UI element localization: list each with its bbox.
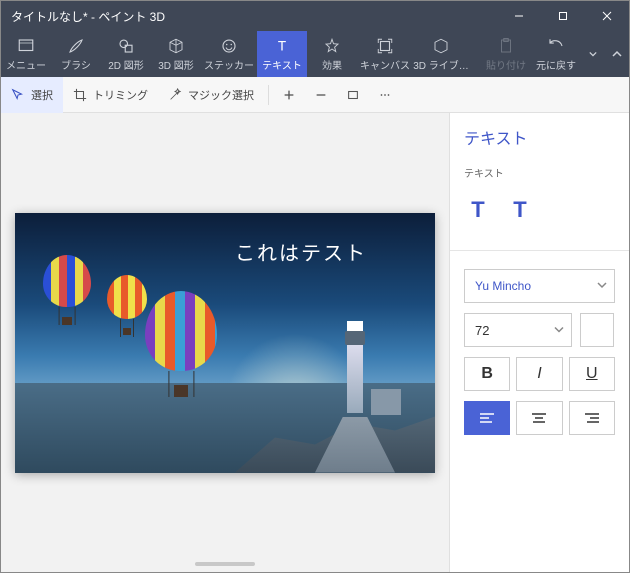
zoom-out-button[interactable] [305, 77, 337, 113]
tab-label: ブラシ [61, 57, 91, 72]
tab-canvas[interactable]: キャンバス [357, 31, 413, 77]
align-right-button[interactable] [569, 401, 615, 435]
crop-icon [73, 88, 87, 102]
tab-paste: 貼り付け [481, 31, 531, 77]
tab-2d-shapes[interactable]: 2D 図形 [101, 31, 151, 77]
align-center-icon [531, 412, 547, 424]
undo-icon [547, 37, 565, 55]
lighthouse-lamp [347, 321, 363, 331]
tool-label: 選択 [31, 87, 53, 103]
main-area: これはテスト テキスト テキスト T T Yu Mincho 72 [1, 113, 629, 572]
tab-3d-library[interactable]: 3D ライブ… [413, 31, 469, 77]
canvas-text-object[interactable]: これはテスト [235, 237, 367, 266]
close-button[interactable] [585, 1, 629, 31]
tab-label: 3D ライブ… [413, 57, 469, 72]
minimize-button[interactable] [497, 1, 541, 31]
balloon-1 [43, 255, 91, 307]
magic-icon [168, 88, 182, 102]
sidebar-title: テキスト [464, 125, 615, 149]
tab-stickers[interactable]: ステッカー [201, 31, 257, 77]
text-2d-button[interactable]: T [464, 196, 492, 224]
paste-icon [497, 37, 515, 55]
history-dropdown[interactable] [581, 31, 605, 77]
tab-text[interactable]: T テキスト [257, 31, 307, 77]
tool-label: トリミング [93, 87, 148, 103]
text-3d-button[interactable]: T [506, 196, 534, 224]
divider [450, 250, 629, 251]
sidebar-section-label: テキスト [464, 165, 615, 180]
align-left-icon [479, 412, 495, 424]
color-swatch[interactable] [580, 313, 614, 347]
cursor-icon [11, 88, 25, 102]
tab-effects[interactable]: 効果 [307, 31, 357, 77]
separator [268, 85, 269, 105]
tab-label: ステッカー [204, 57, 254, 72]
tab-label: 3D 図形 [158, 57, 194, 72]
sub-toolbar: 選択 トリミング マジック選択 [1, 77, 629, 113]
tab-3d-shapes[interactable]: 3D 図形 [151, 31, 201, 77]
titlebar: タイトルなし* - ペイント 3D [1, 1, 629, 31]
maximize-button[interactable] [541, 1, 585, 31]
font-select[interactable]: Yu Mincho [464, 269, 615, 303]
sticker-icon [220, 37, 238, 55]
tool-magic-select[interactable]: マジック選択 [158, 77, 264, 113]
chevron-down-icon [554, 323, 564, 338]
svg-text:T: T [278, 38, 286, 53]
tab-label: 元に戻す [536, 57, 576, 72]
tab-brushes[interactable]: ブラシ [51, 31, 101, 77]
size-value: 72 [475, 323, 489, 338]
house [371, 389, 401, 415]
tab-label: メニュー [6, 57, 46, 72]
ribbon: メニュー ブラシ 2D 図形 3D 図形 ステッカー T テキスト 効果 キャン [1, 31, 629, 77]
lighthouse-top [345, 331, 365, 345]
lighthouse [347, 343, 363, 413]
window-title: タイトルなし* - ペイント 3D [1, 8, 497, 25]
tool-crop[interactable]: トリミング [63, 77, 158, 113]
resize-handle[interactable] [195, 562, 255, 566]
tool-select[interactable]: 選択 [1, 77, 63, 113]
tool-label: マジック選択 [188, 87, 254, 103]
library-icon [432, 37, 450, 55]
canvas-viewport[interactable]: これはテスト [1, 113, 449, 572]
zoom-fit-button[interactable] [337, 77, 369, 113]
align-center-button[interactable] [516, 401, 562, 435]
menu-icon [17, 37, 35, 55]
font-value: Yu Mincho [475, 279, 531, 293]
app-window: タイトルなし* - ペイント 3D メニュー ブラシ 2D 図形 3D 図形 ス… [0, 0, 630, 573]
canvas-icon [376, 37, 394, 55]
tab-menu[interactable]: メニュー [1, 31, 51, 77]
tab-label: 効果 [322, 57, 342, 72]
tab-label: 2D 図形 [108, 57, 144, 72]
brush-icon [67, 37, 85, 55]
chevron-down-icon [597, 279, 607, 293]
align-right-icon [584, 412, 600, 424]
canvas[interactable]: これはテスト [15, 213, 435, 473]
collapse-ribbon-button[interactable] [605, 31, 629, 77]
balloon-2 [107, 275, 147, 319]
effects-icon [323, 37, 341, 55]
font-size-select[interactable]: 72 [464, 313, 572, 347]
text-icon: T [273, 37, 291, 55]
underline-button[interactable]: U [569, 357, 615, 391]
italic-button[interactable]: I [516, 357, 562, 391]
align-left-button[interactable] [464, 401, 510, 435]
tab-undo[interactable]: 元に戻す [531, 31, 581, 77]
zoom-in-button[interactable] [273, 77, 305, 113]
balloon-3 [145, 291, 217, 371]
properties-sidebar: テキスト テキスト T T Yu Mincho 72 [449, 113, 629, 572]
more-button[interactable] [369, 77, 401, 113]
bold-button[interactable]: B [464, 357, 510, 391]
tab-label: テキスト [262, 57, 302, 72]
tab-label: キャンバス [360, 57, 410, 72]
shapes2d-icon [117, 37, 135, 55]
shapes3d-icon [167, 37, 185, 55]
tab-label: 貼り付け [486, 57, 526, 72]
